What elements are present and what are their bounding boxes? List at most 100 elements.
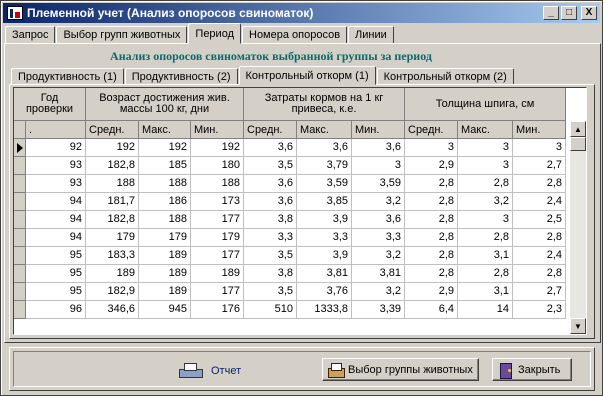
subtab-control-fattening-2[interactable]: Контрольный откорм (2): [376, 68, 514, 85]
data-grid[interactable]: Год проверки Возраст достижения жив. мас…: [13, 87, 587, 335]
close-window-button[interactable]: X: [581, 6, 597, 20]
scroll-down-button[interactable]: ▼: [570, 318, 586, 334]
table-cell[interactable]: 3,6: [297, 139, 352, 157]
table-cell[interactable]: 96: [26, 301, 86, 319]
close-button[interactable]: Закрыть: [492, 358, 572, 381]
table-cell[interactable]: 3: [513, 139, 566, 157]
table-cell[interactable]: 3: [458, 139, 513, 157]
table-cell[interactable]: 185: [139, 157, 191, 175]
row-indicator[interactable]: [14, 247, 26, 265]
table-cell[interactable]: 93: [26, 175, 86, 193]
row-indicator[interactable]: [14, 157, 26, 175]
table-cell[interactable]: 3,76: [297, 283, 352, 301]
table-cell[interactable]: 3,8: [244, 211, 297, 229]
table-cell[interactable]: 2,4: [513, 247, 566, 265]
table-cell[interactable]: 94: [26, 229, 86, 247]
subtab-productivity-2[interactable]: Продуктивность (2): [124, 68, 238, 85]
subtab-control-fattening-1[interactable]: Контрольный откорм (1): [238, 66, 376, 85]
table-cell[interactable]: 3,39: [352, 301, 405, 319]
table-cell[interactable]: 189: [86, 265, 139, 283]
table-cell[interactable]: 2,8: [405, 175, 458, 193]
table-row[interactable]: 94 182,8 188 177 3,8 3,9 3,6 2,8 3 2,5: [14, 211, 566, 229]
table-cell[interactable]: 1333,8: [297, 301, 352, 319]
table-cell[interactable]: 2,8: [405, 211, 458, 229]
table-cell[interactable]: 180: [191, 157, 244, 175]
row-indicator[interactable]: [14, 283, 26, 301]
table-cell[interactable]: 95: [26, 283, 86, 301]
row-indicator[interactable]: [14, 301, 26, 319]
table-row[interactable]: 94 179 179 179 3,3 3,3 3,3 2,8 2,8 2,8: [14, 229, 566, 247]
table-cell[interactable]: 3,6: [244, 175, 297, 193]
table-cell[interactable]: 2,7: [513, 157, 566, 175]
select-group-button[interactable]: Выбор группы животных: [322, 358, 479, 381]
table-cell[interactable]: 188: [86, 175, 139, 193]
table-cell[interactable]: 3,2: [458, 193, 513, 211]
table-cell[interactable]: 189: [139, 247, 191, 265]
table-cell[interactable]: 6,4: [405, 301, 458, 319]
table-cell[interactable]: 3,85: [297, 193, 352, 211]
table-cell[interactable]: 3,3: [297, 229, 352, 247]
table-cell[interactable]: 2,8: [513, 229, 566, 247]
table-cell[interactable]: 181,7: [86, 193, 139, 211]
table-cell[interactable]: 177: [191, 247, 244, 265]
table-cell[interactable]: 182,8: [86, 157, 139, 175]
table-cell[interactable]: 2,8: [458, 229, 513, 247]
table-cell[interactable]: 3,6: [352, 211, 405, 229]
table-cell[interactable]: 3,6: [352, 139, 405, 157]
table-row[interactable]: 94 181,7 186 173 3,6 3,85 3,2 2,8 3,2 2,4: [14, 193, 566, 211]
tab-query[interactable]: Запрос: [5, 26, 56, 44]
table-row[interactable]: 95 182,9 189 177 3,5 3,76 3,2 2,9 3,1 2,7: [14, 283, 566, 301]
table-cell[interactable]: 192: [139, 139, 191, 157]
table-cell[interactable]: 179: [86, 229, 139, 247]
table-cell[interactable]: 3,79: [297, 157, 352, 175]
table-cell[interactable]: 2,4: [513, 193, 566, 211]
table-cell[interactable]: 3,5: [244, 157, 297, 175]
table-cell[interactable]: 95: [26, 265, 86, 283]
report-button[interactable]: Отчет: [179, 361, 241, 381]
table-cell[interactable]: 176: [191, 301, 244, 319]
table-cell[interactable]: 2,7: [513, 283, 566, 301]
table-row[interactable]: 93 182,8 185 180 3,5 3,79 3 2,9 3 2,7: [14, 157, 566, 175]
table-cell[interactable]: 3,59: [352, 175, 405, 193]
table-cell[interactable]: 3,6: [244, 139, 297, 157]
table-cell[interactable]: 3: [352, 157, 405, 175]
table-cell[interactable]: 3,8: [244, 265, 297, 283]
table-cell[interactable]: 94: [26, 193, 86, 211]
vertical-scrollbar[interactable]: ▲ ▼: [570, 121, 586, 334]
table-cell[interactable]: 2,9: [405, 283, 458, 301]
tab-animal-groups[interactable]: Выбор групп животных: [56, 26, 188, 44]
table-cell[interactable]: 3,1: [458, 247, 513, 265]
tab-period[interactable]: Период: [188, 23, 241, 44]
title-bar[interactable]: Племенной учет (Анализ опоросов свиномат…: [3, 3, 600, 23]
tab-farrowing-numbers[interactable]: Номера опоросов: [242, 26, 348, 44]
table-cell[interactable]: 3: [458, 157, 513, 175]
table-cell[interactable]: 3,5: [244, 247, 297, 265]
table-cell[interactable]: 3,5: [244, 283, 297, 301]
table-cell[interactable]: 3,6: [244, 193, 297, 211]
table-cell[interactable]: 2,3: [513, 301, 566, 319]
row-indicator[interactable]: [14, 193, 26, 211]
table-cell[interactable]: 510: [244, 301, 297, 319]
table-cell[interactable]: 189: [139, 265, 191, 283]
table-cell[interactable]: 192: [86, 139, 139, 157]
table-cell[interactable]: 182,9: [86, 283, 139, 301]
table-cell[interactable]: 945: [139, 301, 191, 319]
table-cell[interactable]: 2,8: [458, 175, 513, 193]
table-cell[interactable]: 177: [191, 211, 244, 229]
table-row[interactable]: 96 346,6 945 176 510 1333,8 3,39 6,4 14 2,3: [14, 301, 566, 319]
table-row[interactable]: 93 188 188 188 3,6 3,59 3,59 2,8 2,8 2,8: [14, 175, 566, 193]
table-cell[interactable]: 14: [458, 301, 513, 319]
table-cell[interactable]: 2,8: [405, 247, 458, 265]
table-cell[interactable]: 2,8: [405, 193, 458, 211]
table-cell[interactable]: 2,8: [405, 265, 458, 283]
table-cell[interactable]: 183,3: [86, 247, 139, 265]
table-cell[interactable]: 3,81: [297, 265, 352, 283]
table-cell[interactable]: 3,2: [352, 283, 405, 301]
table-cell[interactable]: 173: [191, 193, 244, 211]
row-indicator[interactable]: [14, 211, 26, 229]
tab-lines[interactable]: Линии: [348, 26, 394, 44]
subtab-productivity-1[interactable]: Продуктивность (1): [11, 68, 124, 85]
table-cell[interactable]: 3,2: [352, 193, 405, 211]
minimize-button[interactable]: _: [543, 6, 559, 20]
table-cell[interactable]: 189: [191, 265, 244, 283]
